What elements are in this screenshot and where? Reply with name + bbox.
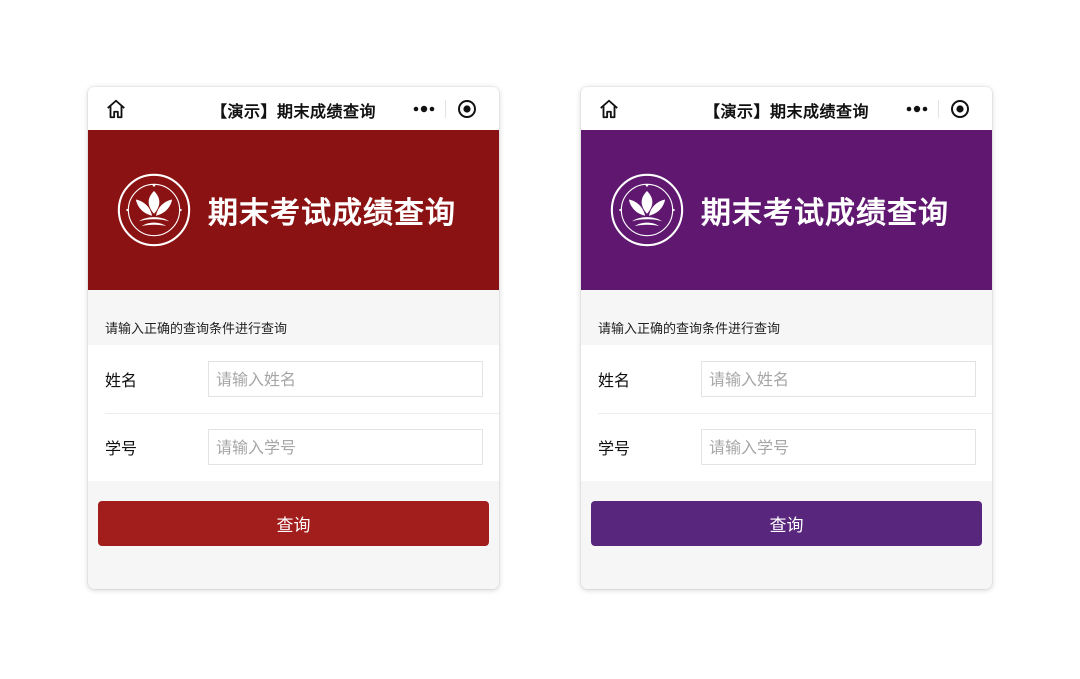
form-hint: 请输入正确的查询条件进行查询 <box>105 322 288 337</box>
close-button[interactable] <box>939 93 981 124</box>
target-circle-icon <box>458 99 476 118</box>
school-emblem <box>117 173 191 247</box>
student-id-input[interactable] <box>701 429 976 465</box>
more-button[interactable] <box>896 93 938 124</box>
query-form: 姓名 学号 <box>88 345 499 481</box>
name-label: 姓名 <box>598 371 631 390</box>
button-area: 查询 <box>581 481 992 546</box>
student-id-label: 学号 <box>598 439 631 458</box>
banner: 期末考试成绩查询 <box>88 130 499 290</box>
more-button[interactable] <box>403 93 445 124</box>
phone-screen-purple: 【演示】期末成绩查询 期末考试成绩查询 请输入正确的查询条件进行查询 姓名 请输… <box>581 87 992 589</box>
name-row: 姓名 <box>581 345 992 413</box>
name-input[interactable] <box>701 361 976 397</box>
student-id-label: 学号 <box>105 439 138 458</box>
target-circle-icon <box>951 99 969 118</box>
more-dots-icon <box>906 105 928 112</box>
query-form: 姓名 学号 <box>581 345 992 481</box>
banner-title: 期末考试成绩查询 <box>208 196 456 231</box>
student-id-input[interactable] <box>208 429 483 465</box>
close-button[interactable] <box>446 93 488 124</box>
query-button[interactable]: 查询 <box>98 501 489 546</box>
capsule-menu <box>896 93 982 124</box>
name-label: 姓名 <box>105 371 138 390</box>
student-id-row: 学号 <box>581 413 992 481</box>
query-button[interactable]: 查询 <box>591 501 982 546</box>
more-dots-icon <box>413 105 435 112</box>
nav-bar: 【演示】期末成绩查询 <box>88 87 499 130</box>
banner-title: 期末考试成绩查询 <box>701 196 949 231</box>
school-emblem <box>610 173 684 247</box>
nav-bar: 【演示】期末成绩查询 <box>581 87 992 130</box>
name-row: 姓名 <box>88 345 499 413</box>
phone-screen-red: 【演示】期末成绩查询 期末考试成绩查询 请输入正确的查询条件进行查询 姓名 请输… <box>88 87 499 589</box>
capsule-menu <box>403 93 489 124</box>
form-hint: 请输入正确的查询条件进行查询 <box>598 322 781 337</box>
name-input[interactable] <box>208 361 483 397</box>
student-id-row: 学号 <box>88 413 499 481</box>
button-area: 查询 <box>88 481 499 546</box>
banner: 期末考试成绩查询 <box>581 130 992 290</box>
